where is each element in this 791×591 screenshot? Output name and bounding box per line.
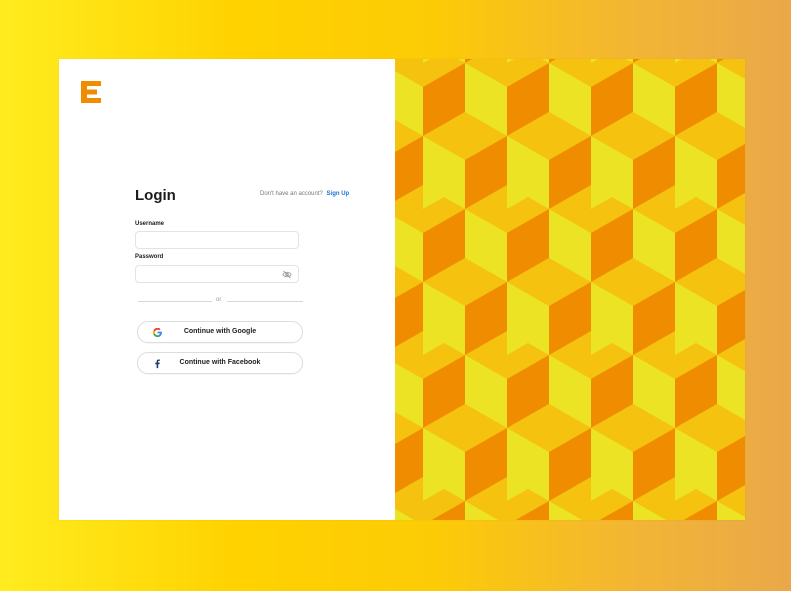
- username-label: Username: [135, 221, 165, 227]
- cube-pattern-graphic: [395, 59, 745, 520]
- signup-link[interactable]: Sign Up: [327, 191, 350, 197]
- divider-line-right: [227, 301, 303, 302]
- signup-prompt: Don't have an account? Sign Up: [260, 191, 349, 197]
- divider-line-left: [138, 301, 212, 302]
- google-button-label: Continue with Google: [183, 328, 257, 335]
- divider-text: or: [216, 297, 222, 303]
- facebook-login-button[interactable]: Continue with Facebook: [137, 352, 303, 374]
- google-login-button[interactable]: Continue with Google: [137, 321, 303, 343]
- username-field-wrapper: [135, 231, 299, 252]
- e-logo-icon: [81, 81, 101, 103]
- password-field-wrapper: [135, 265, 299, 286]
- signup-prompt-text: Don't have an account?: [260, 191, 323, 197]
- page-title: Login: [135, 187, 176, 204]
- decorative-cube-pattern: [395, 59, 745, 520]
- app-frame: Login Don't have an account? Sign Up Use…: [59, 59, 745, 520]
- login-panel: Login Don't have an account? Sign Up Use…: [59, 59, 395, 520]
- password-label: Password: [135, 254, 164, 260]
- eye-off-icon[interactable]: [282, 270, 292, 279]
- password-field[interactable]: [136, 269, 298, 286]
- facebook-button-label: Continue with Facebook: [179, 359, 261, 366]
- username-field[interactable]: [136, 235, 298, 252]
